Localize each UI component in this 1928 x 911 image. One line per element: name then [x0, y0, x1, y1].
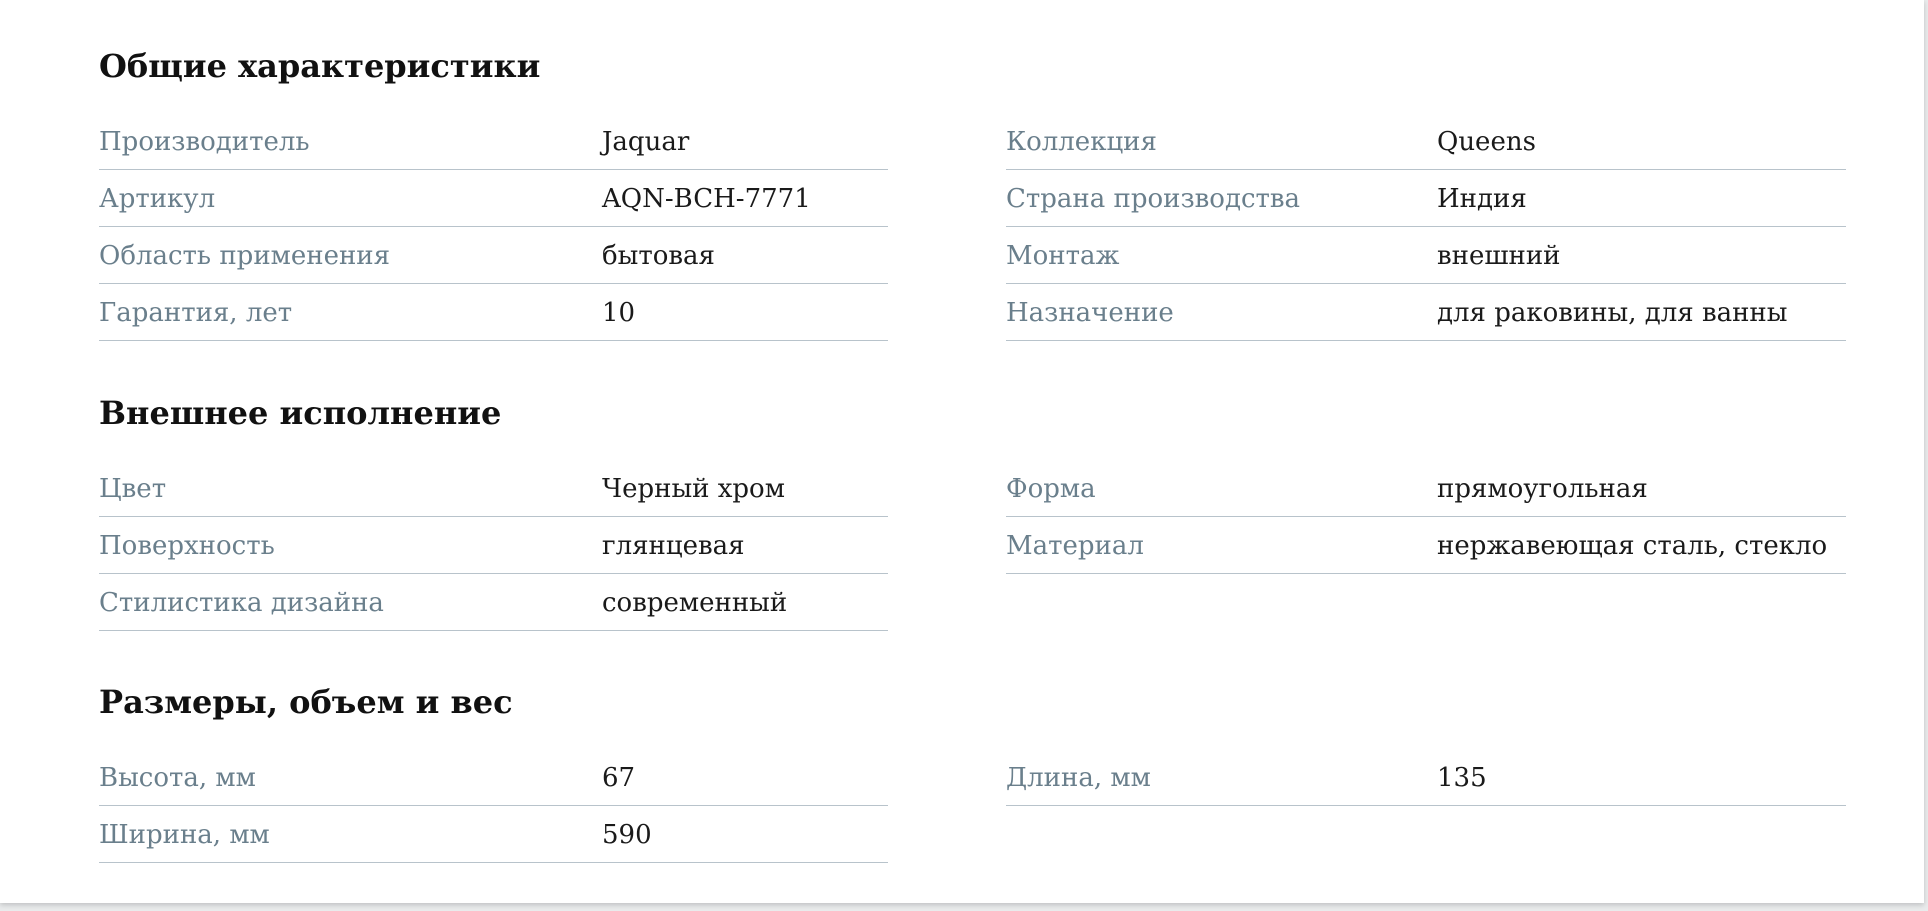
- spec-value: Jaquar: [602, 127, 690, 157]
- spec-label: Ширина, мм: [99, 820, 270, 850]
- spec-label: Область применения: [99, 241, 391, 271]
- spec-label: Назначение: [1006, 298, 1174, 328]
- spec-value: глянцевая: [602, 531, 745, 561]
- spec-value: AQN-BCH-7771: [602, 184, 811, 214]
- spec-value: современный: [602, 588, 788, 618]
- spec-column-right: Коллекция Queens Страна производства Инд…: [1006, 113, 1846, 341]
- section-appearance: Внешнее исполнение Цвет Черный хром Пове…: [99, 392, 1849, 631]
- spec-label: Монтаж: [1006, 241, 1120, 271]
- spec-column-left: Производитель Jaquar Артикул AQN-BCH-777…: [99, 113, 888, 341]
- spec-label: Производитель: [99, 127, 310, 157]
- section-dimensions: Размеры, объем и вес Высота, мм 67 Ширин…: [99, 681, 1849, 863]
- spec-value: прямоугольная: [1437, 474, 1648, 504]
- spec-value: Queens: [1437, 127, 1536, 157]
- spec-value: нержавеющая сталь, стекло: [1437, 531, 1828, 561]
- spec-label: Высота, мм: [99, 763, 256, 793]
- spec-row: Стилистика дизайна современный: [99, 574, 888, 631]
- section-title: Общие характеристики: [99, 47, 541, 85]
- spec-row: Страна производства Индия: [1006, 170, 1846, 227]
- spec-value: бытовая: [602, 241, 715, 271]
- spec-value: Черный хром: [602, 474, 785, 504]
- section-title: Размеры, объем и вес: [99, 683, 513, 721]
- spec-label: Гарантия, лет: [99, 298, 293, 328]
- spec-row: Коллекция Queens: [1006, 113, 1846, 170]
- spec-row: Цвет Черный хром: [99, 460, 888, 517]
- spec-label: Цвет: [99, 474, 167, 504]
- spec-row: Длина, мм 135: [1006, 749, 1846, 806]
- spec-row: Поверхность глянцевая: [99, 517, 888, 574]
- spec-value: Индия: [1437, 184, 1527, 214]
- spec-label: Поверхность: [99, 531, 275, 561]
- spec-column-right: Форма прямоугольная Материал нержавеющая…: [1006, 460, 1846, 574]
- spec-row: Материал нержавеющая сталь, стекло: [1006, 517, 1846, 574]
- spec-column-left: Цвет Черный хром Поверхность глянцевая С…: [99, 460, 888, 631]
- spec-row: Область применения бытовая: [99, 227, 888, 284]
- spec-value: 590: [602, 820, 652, 850]
- spec-row: Ширина, мм 590: [99, 806, 888, 863]
- spec-label: Материал: [1006, 531, 1144, 561]
- spec-label: Форма: [1006, 474, 1096, 504]
- spec-value: 10: [602, 298, 636, 328]
- spec-column-right: Длина, мм 135: [1006, 749, 1846, 806]
- spec-label: Длина, мм: [1006, 763, 1151, 793]
- spec-value: 135: [1437, 763, 1487, 793]
- spec-row: Форма прямоугольная: [1006, 460, 1846, 517]
- spec-value: внешний: [1437, 241, 1561, 271]
- section-general: Общие характеристики Производитель Jaqua…: [99, 45, 1849, 341]
- spec-column-left: Высота, мм 67 Ширина, мм 590: [99, 749, 888, 863]
- spec-label: Страна производства: [1006, 184, 1301, 214]
- spec-row: Гарантия, лет 10: [99, 284, 888, 341]
- spec-row: Высота, мм 67: [99, 749, 888, 806]
- spec-label: Стилистика дизайна: [99, 588, 384, 618]
- spec-row: Назначение для раковины, для ванны: [1006, 284, 1846, 341]
- spec-value: для раковины, для ванны: [1437, 298, 1788, 328]
- spec-row: Производитель Jaquar: [99, 113, 888, 170]
- spec-label: Коллекция: [1006, 127, 1157, 157]
- spec-row: Монтаж внешний: [1006, 227, 1846, 284]
- spec-value: 67: [602, 763, 636, 793]
- section-title: Внешнее исполнение: [99, 394, 502, 432]
- spec-row: Артикул AQN-BCH-7771: [99, 170, 888, 227]
- spec-label: Артикул: [99, 184, 216, 214]
- specifications-card: Общие характеристики Производитель Jaqua…: [0, 0, 1924, 903]
